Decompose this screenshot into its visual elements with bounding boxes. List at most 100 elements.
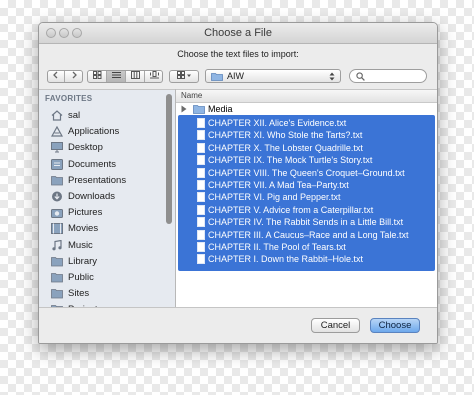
folder-row-media[interactable]: Media bbox=[176, 103, 437, 115]
desktop-icon bbox=[51, 142, 63, 153]
chevron-left-icon bbox=[53, 71, 58, 79]
file-row[interactable]: CHAPTER I. Down the Rabbit–Hole.txt bbox=[176, 253, 437, 265]
file-row[interactable]: CHAPTER VIII. The Queen's Croquet–Ground… bbox=[176, 167, 437, 179]
search-input[interactable] bbox=[368, 71, 422, 81]
sidebar-item-label: Pictures bbox=[68, 207, 103, 219]
sidebar-item-label: Presentations bbox=[68, 174, 127, 186]
list-view-button[interactable] bbox=[107, 71, 126, 82]
sidebar-item-label: Music bbox=[68, 239, 93, 251]
forward-button[interactable] bbox=[65, 71, 82, 82]
cover-flow-icon bbox=[149, 71, 159, 79]
name-column-label: Name bbox=[181, 91, 203, 100]
file-name: CHAPTER XI. Who Stole the Tarts?.txt bbox=[208, 130, 363, 141]
sidebar-heading: FAVORITES bbox=[45, 94, 93, 103]
view-mode-control bbox=[87, 70, 163, 83]
text-file-icon bbox=[197, 167, 205, 178]
sidebar-item-sal[interactable]: sal bbox=[51, 108, 167, 124]
button-bar: Cancel Choose bbox=[39, 307, 437, 343]
folder-name: Media bbox=[208, 104, 233, 114]
cover-flow-view-button[interactable] bbox=[145, 71, 163, 82]
file-row[interactable]: CHAPTER III. A Caucus–Race and a Long Ta… bbox=[176, 229, 437, 241]
text-file-icon bbox=[197, 192, 205, 203]
text-file-icon bbox=[197, 130, 205, 141]
file-row[interactable]: CHAPTER XII. Alice's Evidence.txt bbox=[176, 117, 437, 129]
file-name: CHAPTER I. Down the Rabbit–Hole.txt bbox=[208, 254, 364, 265]
file-row[interactable]: CHAPTER V. Advice from a Caterpillar.txt bbox=[176, 204, 437, 216]
file-name: CHAPTER VIII. The Queen's Croquet–Ground… bbox=[208, 167, 405, 178]
column-view-icon bbox=[130, 71, 140, 79]
sidebar-item-label: Downloads bbox=[68, 191, 115, 202]
sidebar-item-downloads[interactable]: Downloads bbox=[51, 189, 167, 205]
text-file-icon bbox=[197, 242, 205, 252]
cancel-button[interactable]: Cancel bbox=[311, 318, 360, 333]
film-icon bbox=[51, 223, 63, 235]
text-file-icon bbox=[197, 229, 205, 240]
sidebar-item-pictures[interactable]: Pictures bbox=[51, 205, 167, 221]
sidebar-item-public[interactable]: Public bbox=[51, 270, 167, 286]
sidebar-item-movies[interactable]: Movies bbox=[51, 221, 167, 237]
sidebar-item-sites[interactable]: Sites bbox=[51, 286, 167, 302]
sidebar-item-label: Public bbox=[68, 272, 94, 283]
dialog-prompt: Choose the text files to import: bbox=[177, 49, 299, 59]
sidebar-item-music[interactable]: Music bbox=[51, 238, 167, 254]
dialog-title: Choose a File bbox=[204, 27, 272, 39]
disclosure-triangle-icon[interactable] bbox=[181, 105, 187, 113]
sidebar-item-label: Library bbox=[68, 255, 98, 267]
folder-icon bbox=[51, 175, 63, 186]
file-row[interactable]: CHAPTER IX. The Mock Turtle's Story.txt bbox=[176, 154, 437, 166]
file-row[interactable]: CHAPTER X. The Lobster Quadrille.txt bbox=[176, 142, 437, 154]
sidebar-item-documents[interactable]: Documents bbox=[51, 157, 167, 173]
icon-view-icon bbox=[92, 71, 101, 79]
sidebar: FAVORITES sal Applications Desktop Document… bbox=[39, 89, 175, 308]
column-view-button[interactable] bbox=[126, 71, 145, 82]
list-view-icon bbox=[111, 72, 121, 78]
camera-icon bbox=[51, 207, 63, 219]
downloads-icon bbox=[51, 191, 63, 202]
file-row[interactable]: CHAPTER VII. A Mad Tea–Party.txt bbox=[176, 179, 437, 191]
file-name: CHAPTER IX. The Mock Turtle's Story.txt bbox=[208, 155, 373, 166]
location-label: AIW bbox=[227, 71, 244, 81]
file-name: CHAPTER XII. Alice's Evidence.txt bbox=[208, 118, 347, 128]
text-file-icon bbox=[197, 155, 205, 166]
file-name: CHAPTER IV. The Rabbit Sends in a Little… bbox=[208, 217, 404, 228]
text-file-icon bbox=[197, 217, 205, 228]
search-icon bbox=[356, 72, 365, 81]
file-list: Name Media CHAPTER XII. Alice's Evidence… bbox=[176, 89, 437, 308]
sidebar-item-presentations[interactable]: Presentations bbox=[51, 173, 167, 189]
location-popup[interactable]: AIW bbox=[205, 69, 341, 83]
choose-button[interactable]: Choose bbox=[370, 318, 420, 333]
sidebar-item-library[interactable]: Library bbox=[51, 254, 167, 270]
folder-icon bbox=[51, 256, 63, 267]
file-dialog: Choose a File Choose the text files to i… bbox=[38, 22, 438, 344]
search-field[interactable] bbox=[349, 69, 427, 83]
chevron-right-icon bbox=[72, 71, 77, 79]
text-file-icon bbox=[197, 180, 205, 190]
grid-icon bbox=[177, 71, 191, 79]
title-bar: Choose a File bbox=[39, 23, 437, 44]
sidebar-item-label: Documents bbox=[68, 158, 117, 170]
sidebar-item-label: Desktop bbox=[68, 142, 103, 154]
sidebar-item-desktop[interactable]: Desktop bbox=[51, 140, 167, 156]
arrange-button[interactable] bbox=[169, 70, 199, 83]
folder-icon bbox=[211, 73, 223, 81]
file-name: CHAPTER III. A Caucus–Race and a Long Ta… bbox=[208, 229, 409, 240]
icon-view-button[interactable] bbox=[88, 71, 107, 82]
sidebar-item-applications[interactable]: Applications bbox=[50, 124, 167, 140]
file-row[interactable]: CHAPTER XI. Who Stole the Tarts?.txt bbox=[176, 129, 437, 141]
file-row[interactable]: CHAPTER VI. Pig and Pepper.txt bbox=[176, 191, 437, 203]
applications-icon bbox=[50, 125, 64, 137]
back-forward-control bbox=[47, 70, 83, 83]
file-name: CHAPTER II. The Pool of Tears.txt bbox=[208, 242, 346, 252]
file-row[interactable]: CHAPTER IV. The Rabbit Sends in a Little… bbox=[176, 216, 437, 228]
text-file-icon bbox=[197, 204, 205, 215]
up-down-arrows-icon bbox=[329, 72, 335, 81]
sidebar-item-label: Sites bbox=[68, 288, 90, 300]
file-name: CHAPTER VI. Pig and Pepper.txt bbox=[208, 192, 341, 203]
music-icon bbox=[51, 239, 63, 251]
back-button[interactable] bbox=[48, 71, 65, 82]
sidebar-item-label: sal bbox=[68, 110, 81, 121]
file-row[interactable]: CHAPTER II. The Pool of Tears.txt bbox=[176, 241, 437, 253]
file-name: CHAPTER VII. A Mad Tea–Party.txt bbox=[208, 180, 349, 190]
text-file-icon bbox=[197, 142, 205, 153]
name-column-header[interactable]: Name bbox=[176, 90, 437, 103]
